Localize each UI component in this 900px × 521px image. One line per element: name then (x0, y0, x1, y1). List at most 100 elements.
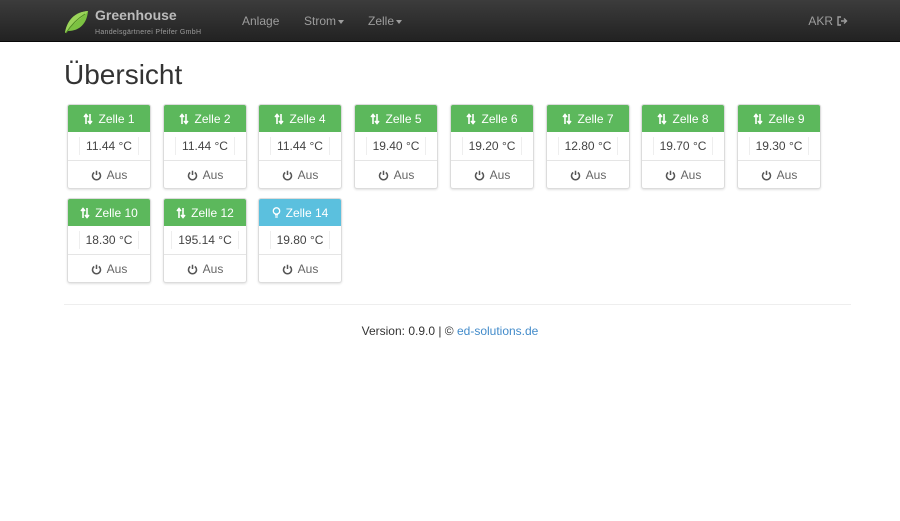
cell-card: Zelle 6 19.20 °C Aus (450, 104, 534, 189)
cell-header-button[interactable]: Zelle 7 (547, 105, 629, 132)
cell-power-button[interactable]: Aus (164, 255, 246, 282)
brand-title: Greenhouse (95, 6, 177, 23)
temperature-value: 12.80 °C (557, 137, 619, 155)
sort-arrows-icon (753, 112, 764, 125)
cell-card: Zelle 8 19.70 °C Aus (641, 104, 725, 189)
ed-solutions-link[interactable]: ed-solutions.de (457, 324, 538, 338)
lightbulb-icon (272, 206, 280, 218)
power-label: Aus (297, 168, 319, 182)
cell-temperature: 18.30 °C (68, 226, 150, 255)
power-label: Aus (202, 262, 224, 276)
cell-header-button[interactable]: Zelle 4 (259, 105, 341, 132)
power-icon (91, 170, 101, 180)
nav-item-label: Anlage (242, 14, 280, 28)
power-icon (187, 170, 197, 180)
user-menu[interactable]: AKR (808, 14, 848, 28)
cell-power-button[interactable]: Aus (547, 161, 629, 188)
cell-name: Zelle 14 (285, 205, 329, 220)
cell-card: Zelle 7 12.80 °C Aus (546, 104, 630, 189)
temperature-value: 19.70 °C (652, 137, 714, 155)
sort-arrows-icon (562, 112, 573, 125)
temperature-value: 11.44 °C (79, 137, 139, 155)
power-icon (187, 264, 197, 274)
cell-name: Zelle 9 (768, 111, 805, 126)
nav-item-zelle[interactable]: Zelle (368, 14, 403, 28)
power-icon (282, 170, 292, 180)
cell-card: Zelle 4 11.44 °C Aus (258, 104, 342, 189)
cell-header-button[interactable]: Zelle 6 (451, 105, 533, 132)
cell-card: Zelle 12 195.14 °C Aus (163, 198, 247, 283)
cell-power-button[interactable]: Aus (164, 161, 246, 188)
cell-card: Zelle 5 19.40 °C Aus (354, 104, 438, 189)
cell-card: Zelle 1 11.44 °C Aus (67, 104, 151, 189)
temperature-value: 195.14 °C (171, 231, 239, 249)
temperature-value: 18.30 °C (78, 231, 140, 249)
cell-power-button[interactable]: Aus (259, 255, 341, 282)
footer-divider (64, 304, 851, 305)
cell-temperature: 195.14 °C (164, 226, 246, 255)
cell-power-button[interactable]: Aus (738, 161, 820, 188)
power-icon (474, 170, 484, 180)
sort-arrows-icon (274, 112, 285, 125)
power-label: Aus (489, 168, 511, 182)
power-icon (378, 170, 388, 180)
nav-item-label: Strom (304, 14, 337, 28)
cell-name: Zelle 6 (481, 111, 518, 126)
cell-power-button[interactable]: Aus (642, 161, 724, 188)
cell-header-button[interactable]: Zelle 1 (68, 105, 150, 132)
cell-power-button[interactable]: Aus (68, 255, 150, 282)
cell-power-button[interactable]: Aus (68, 161, 150, 188)
cell-header-button[interactable]: Zelle 12 (164, 199, 246, 226)
cell-power-button[interactable]: Aus (451, 161, 533, 188)
cell-temperature: 19.20 °C (451, 132, 533, 161)
temperature-value: 19.30 °C (748, 137, 810, 155)
sort-arrows-icon (370, 112, 381, 125)
temperature-value: 19.80 °C (269, 231, 331, 249)
caret-down-icon (396, 19, 403, 24)
navbar: Greenhouse Handelsgärtnerei Pfeifer GmbH… (0, 0, 900, 42)
cell-temperature: 12.80 °C (547, 132, 629, 161)
cell-card: Zelle 9 19.30 °C Aus (737, 104, 821, 189)
brand-link[interactable]: Greenhouse Handelsgärtnerei Pfeifer GmbH (62, 6, 201, 38)
cell-header-button[interactable]: Zelle 10 (68, 199, 150, 226)
cell-name: Zelle 4 (289, 111, 326, 126)
sort-arrows-icon (176, 206, 186, 219)
logout-icon (837, 16, 848, 26)
cell-power-button[interactable]: Aus (355, 161, 437, 188)
page-title: Übersicht (64, 59, 183, 90)
caret-down-icon (338, 19, 345, 24)
cell-name: Zelle 12 (191, 205, 234, 220)
cell-header-button[interactable]: Zelle 9 (738, 105, 820, 132)
nav-item-anlage[interactable]: Anlage (242, 14, 279, 28)
version-text: Version: 0.9.0 | © (361, 324, 457, 338)
sort-arrows-icon (83, 112, 94, 125)
power-label: Aus (393, 168, 415, 182)
cell-name: Zelle 2 (194, 111, 231, 126)
nav-item-strom[interactable]: Strom (304, 14, 345, 28)
cell-name: Zelle 5 (385, 111, 422, 126)
cell-name: Zelle 1 (98, 111, 135, 126)
cell-header-button[interactable]: Zelle 8 (642, 105, 724, 132)
power-label: Aus (202, 168, 224, 182)
cell-temperature: 11.44 °C (68, 132, 150, 161)
cell-header-button[interactable]: Zelle 2 (164, 105, 246, 132)
sort-arrows-icon (80, 206, 90, 219)
cell-header-button[interactable]: Zelle 5 (355, 105, 437, 132)
leaf-icon (65, 11, 88, 34)
brand-subtitle: Handelsgärtnerei Pfeifer GmbH (95, 28, 202, 36)
power-icon (570, 170, 580, 180)
power-icon (91, 264, 101, 274)
cell-power-button[interactable]: Aus (259, 161, 341, 188)
cell-name: Zelle 7 (577, 111, 614, 126)
power-label: Aus (106, 262, 128, 276)
power-label: Aus (776, 168, 798, 182)
power-icon (665, 170, 675, 180)
cell-name: Zelle 10 (95, 205, 138, 220)
sort-arrows-icon (657, 112, 668, 125)
cell-header-button[interactable]: Zelle 14 (259, 199, 341, 226)
power-icon (761, 170, 771, 180)
cell-temperature: 19.80 °C (259, 226, 341, 255)
power-label: Aus (680, 168, 702, 182)
sort-arrows-icon (466, 112, 477, 125)
cell-card: Zelle 2 11.44 °C Aus (163, 104, 247, 189)
